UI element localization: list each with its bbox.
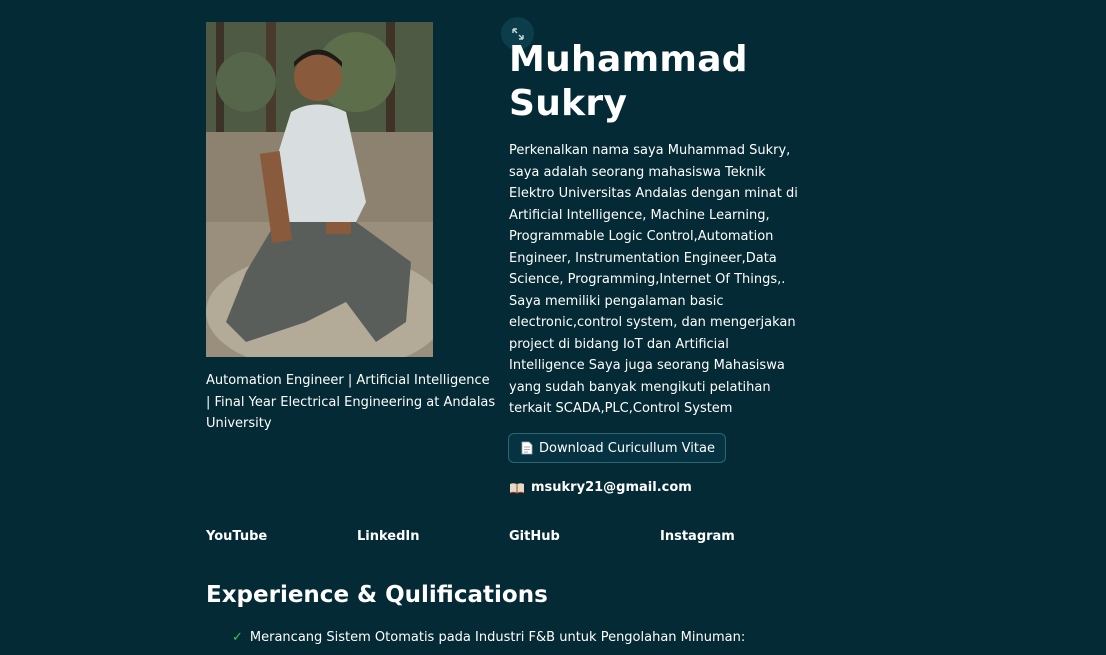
profile-page: Automation Engineer | Artificial Intelli…	[0, 0, 1106, 655]
social-instagram-link[interactable]: Instagram	[660, 529, 735, 544]
profile-tagline: Automation Engineer | Artificial Intelli…	[206, 373, 496, 431]
profile-photo	[206, 22, 433, 357]
email-address: msukry21@gmail.com	[531, 480, 692, 495]
profile-name: Muhammad Sukry	[509, 39, 748, 124]
experience-section-title: Experience & Qulifications	[206, 582, 548, 608]
download-cv-button[interactable]: Download Curicullum Vitae	[508, 433, 726, 463]
document-icon	[521, 441, 533, 455]
social-linkedin-link[interactable]: LinkedIn	[357, 529, 420, 544]
email-link[interactable]: msukry21@gmail.com	[509, 480, 692, 495]
list-item: ✓ Merancang Sistem Otomatis pada Industr…	[232, 627, 772, 649]
experience-list: ✓ Merancang Sistem Otomatis pada Industr…	[232, 627, 772, 649]
experience-item-text: Merancang Sistem Otomatis pada Industri …	[249, 630, 746, 645]
book-icon	[509, 482, 525, 494]
social-youtube-link[interactable]: YouTube	[206, 529, 267, 544]
checkmark-icon: ✓	[232, 630, 243, 645]
social-github-link[interactable]: GitHub	[509, 529, 560, 544]
profile-bio: Perkenalkan nama saya Muhammad Sukry, sa…	[509, 143, 798, 416]
download-cv-label: Download Curicullum Vitae	[539, 440, 715, 456]
